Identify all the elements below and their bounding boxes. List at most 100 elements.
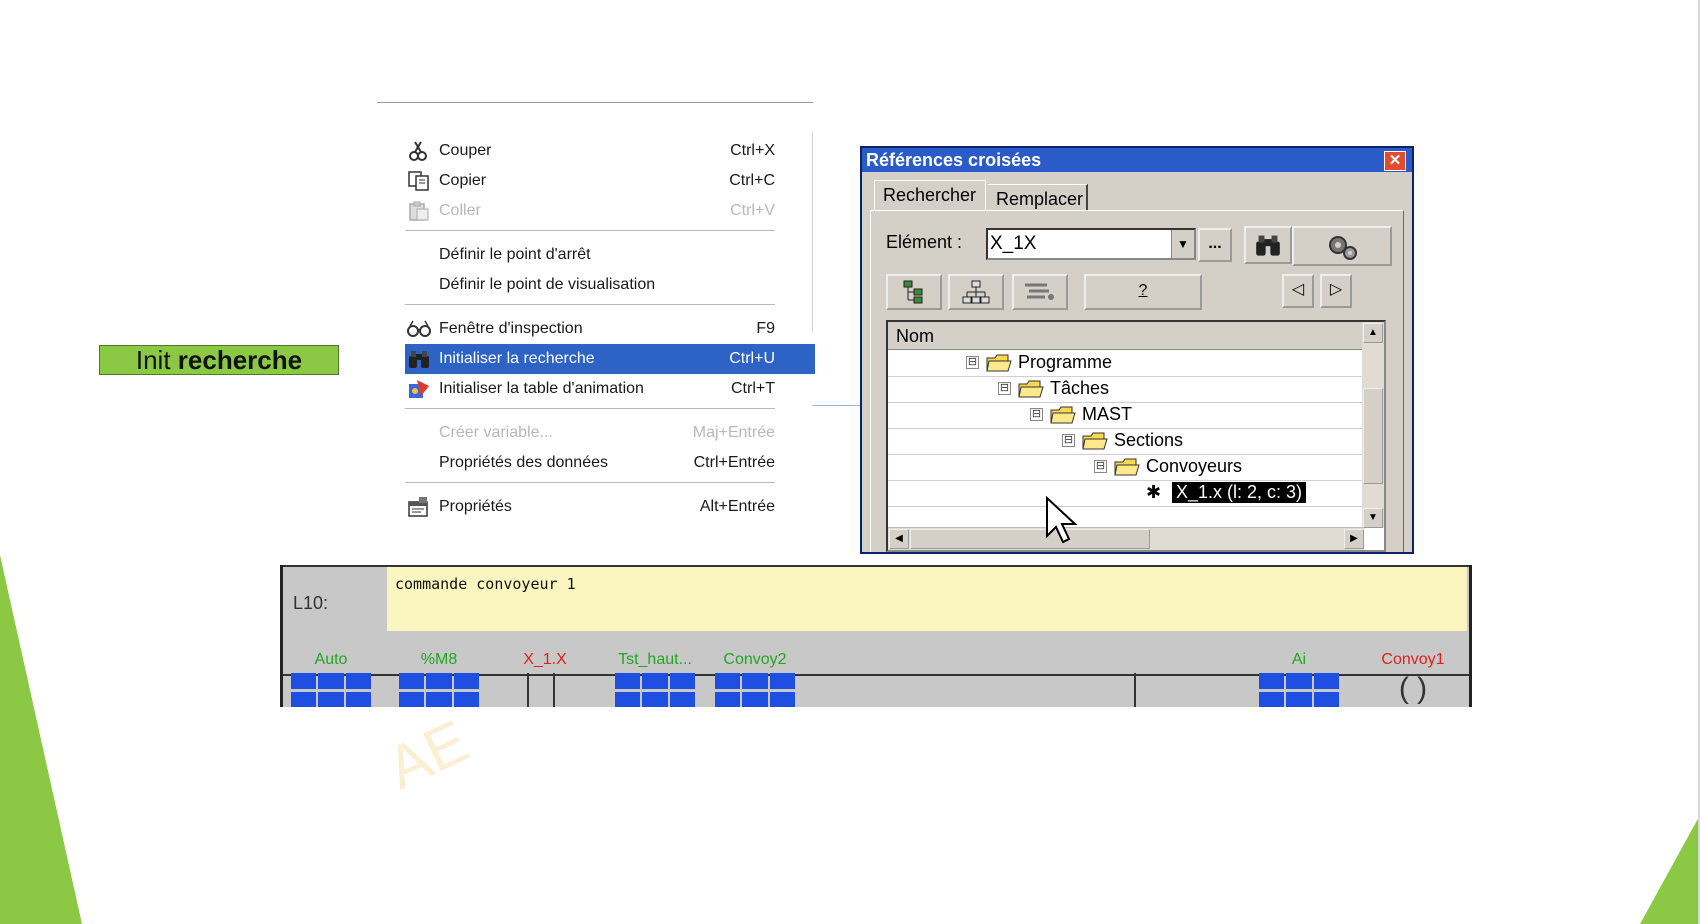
contact-ai[interactable]: Ai — [1257, 651, 1341, 707]
contact-label: Tst_haut... — [618, 651, 692, 668]
menu-item-label: Initialiser la table d'animation — [439, 380, 644, 397]
scissors-icon — [409, 141, 427, 161]
binoculars-icon — [1256, 235, 1280, 256]
svg-text:AE: AE — [377, 707, 478, 802]
menu-item-shortcut: F9 — [756, 320, 775, 337]
dialog-title: Références croisées — [866, 150, 1042, 170]
contact-tst-haut[interactable]: Tst_haut... — [605, 651, 705, 707]
tree-node-programme[interactable]: ⊟ Programme — [888, 350, 1364, 377]
label-bold: recherche — [177, 345, 303, 375]
hierarchy-icon — [962, 280, 990, 304]
tree-node-label: Convoyeurs — [1146, 456, 1243, 476]
menu-item-point-arret[interactable]: Définir le point d'arrêt — [405, 240, 815, 270]
cross-references-dialog: Références croisées ✕ Rechercher Remplac… — [860, 146, 1414, 554]
filter-icon — [1025, 283, 1054, 300]
filter-button[interactable] — [1012, 274, 1068, 310]
menu-item-label: Fenêtre d'inspection — [439, 320, 583, 337]
close-button[interactable]: ✕ — [1384, 151, 1406, 171]
scroll-left-icon[interactable]: ◀ — [889, 529, 909, 549]
menu-item-creer-variable[interactable]: Créer variable... Maj+Entrée — [405, 418, 815, 448]
ladder-rung: L10: commande convoyeur 1 Auto %M8 X_1.X… — [280, 565, 1472, 707]
scroll-right-icon[interactable]: ▶ — [1344, 529, 1364, 549]
tree-node-convoyeurs[interactable]: ⊟ Convoyeurs — [888, 454, 1364, 481]
menu-item-proprietes[interactable]: Propriétés Alt+Entrée — [405, 492, 815, 522]
menu-item-initialiser-recherche[interactable]: Initialiser la recherche Ctrl+U — [405, 344, 815, 374]
previous-button[interactable]: ◁ — [1282, 274, 1314, 308]
contact-m8[interactable]: %M8 — [397, 651, 481, 707]
collapse-toggle-icon[interactable]: ⊟ — [1062, 434, 1075, 447]
contact-auto[interactable]: Auto — [289, 651, 373, 707]
contact-block — [399, 673, 480, 707]
folder-icon — [986, 354, 1012, 372]
menu-item-shortcut: Ctrl+U — [729, 350, 775, 367]
scroll-up-icon[interactable]: ▲ — [1363, 323, 1383, 343]
settings-button[interactable] — [1292, 226, 1392, 266]
menu-item-fenetre-inspection[interactable]: Fenêtre d'inspection F9 — [405, 314, 815, 344]
hscroll-thumb[interactable] — [910, 529, 1150, 549]
folder-icon — [1050, 406, 1076, 424]
menu-separator — [405, 230, 775, 234]
menu-item-label: Coller — [439, 202, 481, 219]
folder-icon — [1082, 432, 1108, 450]
tree-node-x1x-reference[interactable]: ✱ X_1.x (l: 2, c: 3) — [888, 480, 1364, 507]
search-binoculars-button[interactable] — [1244, 226, 1292, 264]
menu-item-proprietes-donnees[interactable]: Propriétés des données Ctrl+Entrée — [405, 448, 815, 478]
tree-node-label: Tâches — [1050, 378, 1110, 398]
next-button[interactable]: ▷ — [1320, 274, 1352, 308]
mouse-cursor-icon — [1046, 496, 1078, 544]
tab-remplacer[interactable]: Remplacer — [988, 184, 1088, 210]
menu-item-couper[interactable]: Couper Ctrl+X — [405, 136, 815, 166]
menu-item-shortcut: Ctrl+T — [731, 380, 775, 397]
tree-view-button[interactable] — [886, 274, 942, 310]
menu-item-label: Propriétés — [439, 498, 512, 515]
menu-item-copier[interactable]: Copier Ctrl+C — [405, 166, 815, 196]
tab-rechercher[interactable]: Rechercher — [874, 180, 986, 210]
tree-node-taches[interactable]: ⊟ Tâches — [888, 376, 1364, 403]
coil-convoy1[interactable]: Convoy1 ( ) — [1371, 651, 1455, 705]
horizontal-scrollbar[interactable]: ◀ ▶ — [888, 527, 1364, 550]
binoculars-icon — [409, 351, 429, 368]
scroll-down-icon[interactable]: ▼ — [1363, 508, 1383, 528]
browse-button[interactable]: ... — [1198, 228, 1232, 262]
menu-item-initialiser-table-animation[interactable]: Initialiser la table d'animation Ctrl+T — [405, 374, 815, 404]
contact-x1x[interactable]: X_1.X — [515, 651, 575, 707]
init-recherche-label: Init recherche — [99, 345, 339, 375]
vertical-scrollbar[interactable]: ▲ ▼ — [1362, 322, 1384, 528]
rung-comment[interactable]: commande convoyeur 1 — [387, 567, 1467, 631]
menu-separator — [405, 408, 775, 412]
contact-label: Ai — [1291, 651, 1307, 668]
folder-icon — [1018, 380, 1044, 398]
menu-item-label: Définir le point de visualisation — [439, 276, 656, 293]
menu-item-shortcut: Ctrl+V — [730, 202, 775, 219]
contact-label: X_1.X — [523, 651, 567, 668]
menu-item-shortcut: Ctrl+C — [729, 172, 775, 189]
connector-line — [812, 405, 862, 406]
tree-column-header: Nom — [888, 322, 1364, 350]
tree-node-mast[interactable]: ⊟ MAST — [888, 402, 1364, 429]
collapse-toggle-icon[interactable]: ⊟ — [1094, 460, 1107, 473]
collapse-toggle-icon[interactable]: ⊟ — [1030, 408, 1043, 421]
menu-separator — [405, 482, 775, 486]
element-combobox[interactable]: X_1X ▼ — [986, 228, 1196, 260]
chevron-down-icon[interactable]: ▼ — [1171, 230, 1194, 258]
properties-icon — [408, 497, 428, 517]
contact-block — [291, 673, 372, 707]
hierarchy-button[interactable] — [948, 274, 1004, 310]
element-label: Elément : — [886, 232, 963, 252]
branch-divider — [1134, 673, 1136, 707]
contact-convoy2[interactable]: Convoy2 — [713, 651, 797, 707]
menu-item-shortcut: Ctrl+Entrée — [693, 454, 775, 471]
scroll-thumb[interactable] — [1363, 388, 1383, 484]
menu-item-label: Couper — [439, 142, 492, 159]
tree-node-sections[interactable]: ⊟ Sections — [888, 428, 1364, 455]
help-button[interactable]: ? — [1084, 274, 1202, 310]
gears-icon — [1329, 236, 1357, 260]
contact-block — [615, 673, 696, 707]
menu-item-point-visualisation[interactable]: Définir le point de visualisation — [405, 270, 815, 300]
slide-decoration: AE — [0, 555, 1700, 924]
tree-node-label: Sections — [1114, 430, 1184, 450]
collapse-toggle-icon[interactable]: ⊟ — [966, 356, 979, 369]
collapse-toggle-icon[interactable]: ⊟ — [998, 382, 1011, 395]
paste-icon — [409, 201, 429, 221]
menu-item-coller[interactable]: Coller Ctrl+V — [405, 196, 815, 226]
